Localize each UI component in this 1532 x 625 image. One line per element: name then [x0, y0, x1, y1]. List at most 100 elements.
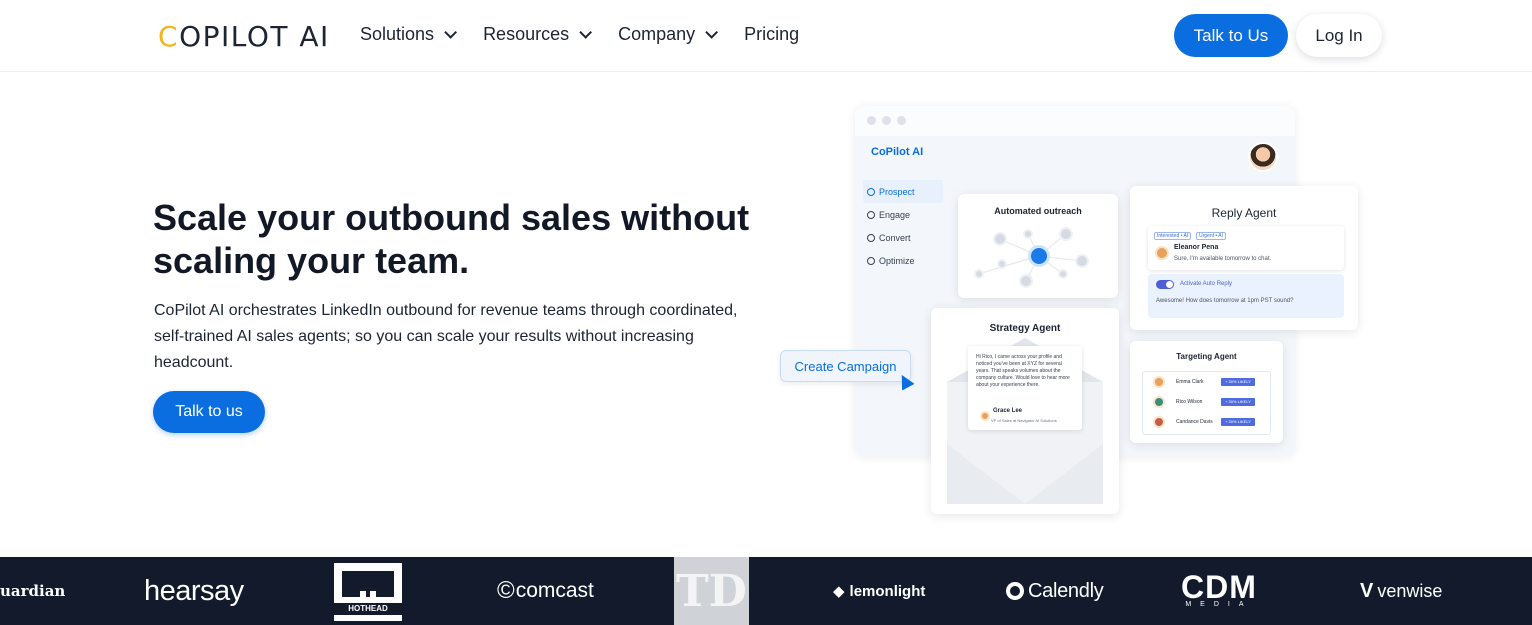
main-menu: Solutions Resources Company Pricing [360, 24, 799, 45]
mockup-titlebar [855, 106, 1295, 136]
hearsay-logo: hearsay [144, 574, 244, 607]
letter-sender-title: VP of Sales at Navigator AI Solutions [991, 418, 1057, 423]
reply-sender-name: Eleanor Pena [1174, 244, 1219, 251]
user-icon [997, 259, 1007, 269]
likely-badge: + 30% LIKELY [1221, 418, 1255, 426]
login-button[interactable]: Log In [1296, 14, 1382, 57]
nav-resources-label: Resources [483, 24, 570, 44]
cdm-logo-text: CDM [1181, 569, 1257, 605]
strategy-agent-card: Strategy Agent Hi Rico, I came across yo… [931, 308, 1119, 514]
sidebar-item-engage: Engage [863, 203, 943, 226]
sidebar-item-prospect: Prospect [863, 180, 943, 203]
venwise-logo-text: venwise [1377, 580, 1443, 601]
diamond-icon: ◆ [833, 583, 845, 600]
chevron-down-icon [579, 26, 593, 39]
envelope-front [947, 434, 1103, 504]
reply-sender-message: Sure, I'm available tomorrow to chat. [1174, 256, 1272, 262]
likely-badge: + 30% LIKELY [1221, 378, 1255, 386]
likely-badge: + 30% LIKELY [1221, 398, 1255, 406]
hero-subtitle: CoPilot AI orchestrates LinkedIn outboun… [154, 302, 738, 371]
hero-title: Scale your outbound sales without scalin… [153, 197, 750, 281]
chevron-down-icon [705, 26, 719, 39]
list-item: Candance Davis + 30% LIKELY [1143, 413, 1272, 433]
strategy-agent-title: Strategy Agent [989, 323, 1061, 334]
automated-outreach-card: Automated outreach [958, 194, 1118, 298]
reply-message: Interested • AI Urgent • AI Eleanor Pena… [1148, 226, 1344, 270]
avatar [1153, 396, 1165, 408]
auto-reply-text: Awesome! How does tomorrow at 1pm PST so… [1156, 298, 1294, 304]
user-icon [1059, 227, 1073, 241]
sidebar-label: Optimize [879, 255, 915, 266]
sidebar-label: Convert [879, 232, 911, 243]
sidebar-item-optimize: Optimize [863, 249, 943, 272]
avatar [1153, 376, 1165, 388]
cdm-logo-subtext: MEDIA [1185, 601, 1253, 608]
hothead-logo: HOTHEAD [334, 563, 402, 621]
target-list: Emma Clark + 30% LIKELY Rico Wilson + 30… [1142, 371, 1271, 435]
chevron-down-icon [444, 26, 458, 39]
comcast-logo: © comcast [497, 557, 594, 625]
user-icon [1075, 254, 1089, 268]
user-avatar [1248, 142, 1278, 172]
user-icon [993, 232, 1007, 246]
lemonlight-logo-text: lemonlight [849, 582, 926, 600]
auto-reply-label: Activate Auto Reply [1180, 281, 1233, 287]
targeting-agent-card: Targeting Agent Emma Clark + 30% LIKELY … [1130, 341, 1283, 443]
sidebar-label: Prospect [879, 186, 915, 197]
auto-reply-panel: Activate Auto Reply Awesome! How does to… [1148, 274, 1344, 318]
check-circle-icon [867, 233, 875, 242]
chat-icon [867, 210, 875, 219]
nav-company[interactable]: Company [618, 24, 719, 45]
venwise-icon: V [1360, 579, 1374, 602]
user-icon [1023, 229, 1033, 239]
nav-solutions[interactable]: Solutions [360, 24, 458, 45]
target-name: Rico Wilson [1176, 399, 1203, 405]
letter-sender-name: Grace Lee [993, 408, 1023, 414]
lemonlight-logo: ◆ lemonlight [833, 557, 925, 625]
create-campaign-button[interactable]: Create Campaign [780, 350, 911, 382]
avatar [1153, 416, 1165, 428]
reply-agent-card: Reply Agent Interested • AI Urgent • AI … [1130, 186, 1358, 330]
avatar [980, 411, 990, 421]
hero-talk-to-us-button[interactable]: Talk to us [153, 391, 265, 433]
list-item: Rico Wilson + 30% LIKELY [1143, 393, 1272, 413]
guardian-logo: uardian [0, 582, 66, 600]
window-dots-icon [867, 116, 906, 125]
user-icon [1019, 274, 1033, 288]
auto-reply-toggle[interactable] [1156, 280, 1174, 289]
logo-text: OPILOT AI [179, 20, 330, 53]
calendly-icon [1006, 582, 1024, 600]
nav-pricing[interactable]: Pricing [744, 24, 799, 45]
venwise-logo: Vvenwise [1360, 557, 1442, 625]
copilot-logo[interactable]: COPILOT AI [158, 20, 330, 53]
target-name: Candance Davis [1176, 419, 1213, 425]
sidebar-item-convert: Convert [863, 226, 943, 249]
nav-resources[interactable]: Resources [483, 24, 593, 45]
td-logo: TD [674, 557, 749, 625]
nav-pricing-label: Pricing [744, 24, 800, 44]
calendly-logo-text: Calendly [1028, 579, 1104, 602]
targeting-agent-title: Targeting Agent [1176, 352, 1237, 361]
reply-agent-title: Reply Agent [1211, 206, 1277, 220]
hothead-logo-text: HOTHEAD [334, 603, 402, 615]
logo-accent-letter: C [158, 20, 180, 53]
user-icon [1058, 269, 1068, 279]
comcast-logo-text: comcast [515, 579, 594, 602]
comcast-icon: © [497, 577, 515, 604]
avatar [1155, 246, 1169, 260]
list-item: Emma Clark + 30% LIKELY [1143, 373, 1272, 393]
cdm-media-logo: CDM MEDIA [1181, 557, 1257, 625]
target-name: Emma Clark [1176, 379, 1204, 385]
search-icon [867, 187, 875, 196]
tag-badge: Urgent • AI [1196, 232, 1226, 240]
tag-badge: Interested • AI [1154, 232, 1192, 240]
customer-logo-strip: uardian hearsay HOTHEAD © comcast TD ◆ lem… [0, 557, 1532, 625]
user-icon [1028, 245, 1050, 267]
gear-icon [867, 256, 875, 265]
mockup-sidebar: Prospect Engage Convert Optimize [863, 180, 943, 272]
letter-body: Hi Rico, I came across your profile and … [976, 354, 1070, 388]
calendly-logo: Calendly [1006, 557, 1104, 625]
nav-solutions-label: Solutions [360, 24, 435, 44]
mockup-brand: CoPilot AI [871, 146, 924, 158]
talk-to-us-button[interactable]: Talk to Us [1174, 14, 1288, 57]
